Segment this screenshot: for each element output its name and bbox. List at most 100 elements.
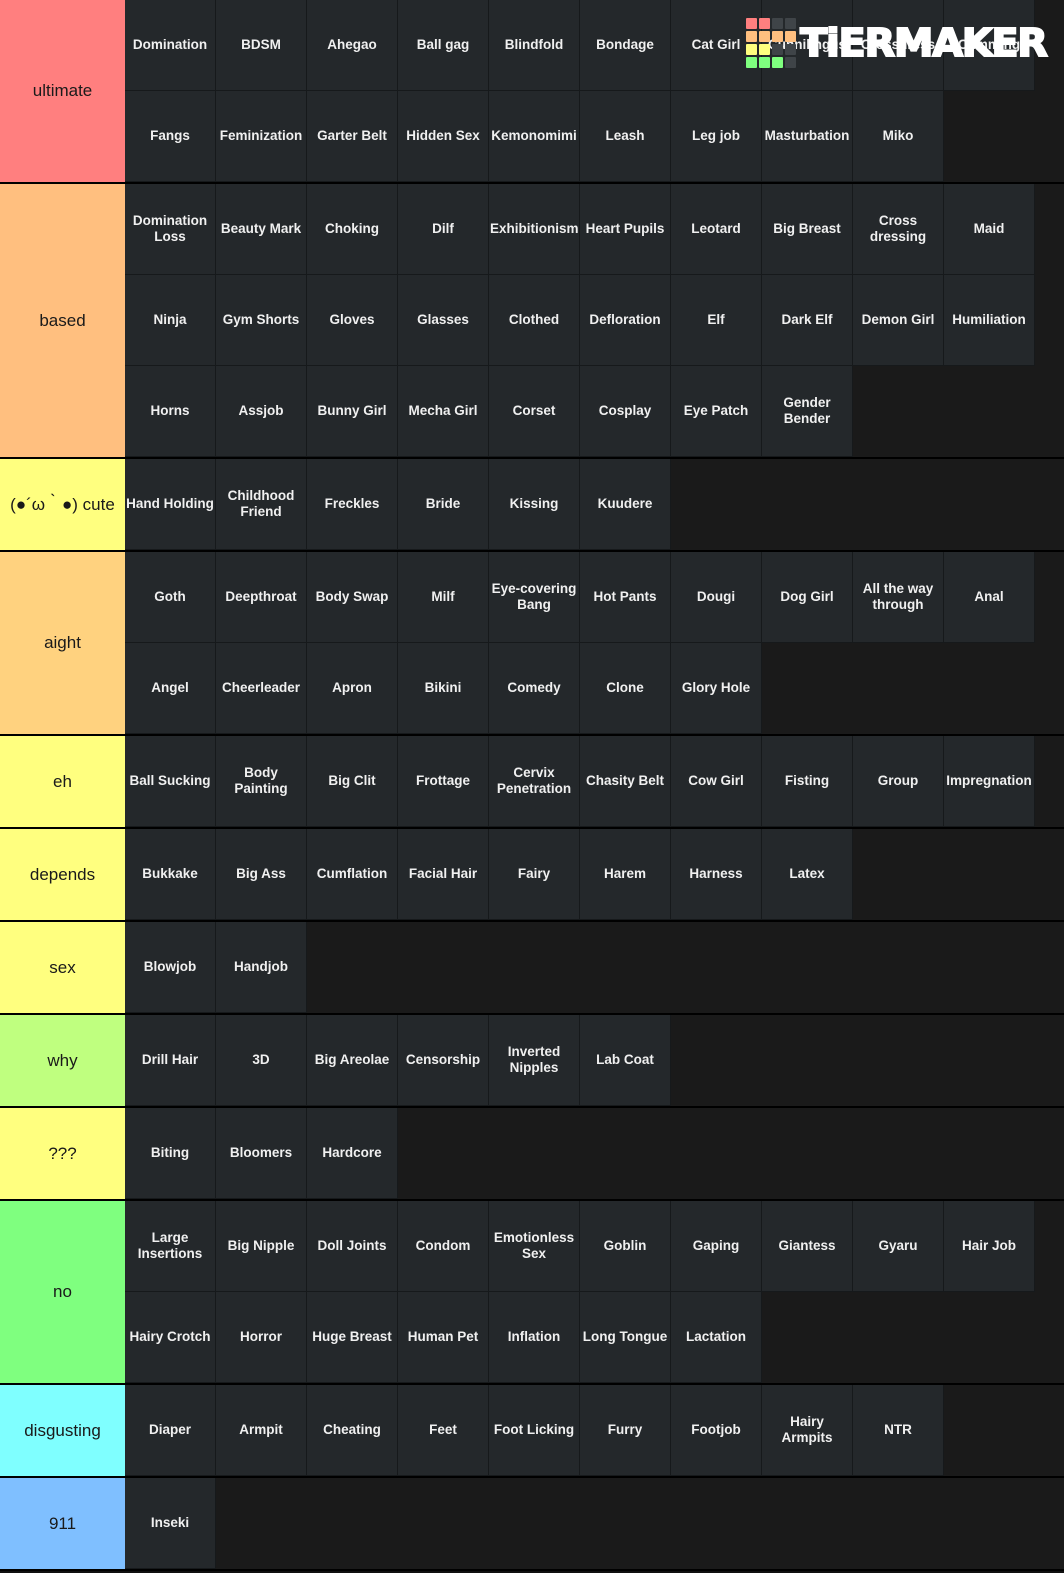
tier-item[interactable]: Biting bbox=[125, 1108, 216, 1199]
tier-item[interactable]: Big Breast bbox=[762, 184, 853, 275]
tier-item[interactable]: Inflation bbox=[489, 1292, 580, 1383]
tier-item[interactable]: Handjob bbox=[216, 922, 307, 1013]
tier-item[interactable]: Gaping bbox=[671, 1201, 762, 1292]
tier-item[interactable]: Dilf bbox=[398, 184, 489, 275]
tier-item[interactable]: Choking bbox=[307, 184, 398, 275]
tier-item[interactable]: Humiliation bbox=[944, 275, 1035, 366]
tier-label[interactable]: ultimate bbox=[0, 0, 125, 182]
tier-label[interactable]: disgusting bbox=[0, 1385, 125, 1476]
tier-item[interactable]: Corset bbox=[489, 366, 580, 457]
tier-item[interactable]: Huge Breast bbox=[307, 1292, 398, 1383]
tier-item[interactable]: Blindfold bbox=[489, 0, 580, 91]
tier-item[interactable]: Miko bbox=[853, 91, 944, 182]
tier-item[interactable]: Big Ass bbox=[216, 829, 307, 920]
tier-item[interactable]: Horns bbox=[125, 366, 216, 457]
tier-item[interactable]: Cunnilingus bbox=[762, 0, 853, 91]
tier-item[interactable]: Deepthroat bbox=[216, 552, 307, 643]
tier-item[interactable]: Hardcore bbox=[307, 1108, 398, 1199]
tier-item[interactable]: Facial Hair bbox=[398, 829, 489, 920]
tier-label[interactable]: aight bbox=[0, 552, 125, 734]
tier-item[interactable]: Diaper bbox=[125, 1385, 216, 1476]
tier-item[interactable]: Ahegao bbox=[307, 0, 398, 91]
tier-label[interactable]: why bbox=[0, 1015, 125, 1106]
tier-item[interactable]: Assjob bbox=[216, 366, 307, 457]
tier-item[interactable]: Bloomers bbox=[216, 1108, 307, 1199]
tier-item[interactable]: Cross dressing bbox=[853, 184, 944, 275]
tier-item[interactable]: Anal bbox=[944, 552, 1035, 643]
tier-item[interactable]: Childhood Friend bbox=[216, 459, 307, 550]
tier-item[interactable]: Glasses bbox=[398, 275, 489, 366]
tier-item[interactable]: Frottage bbox=[398, 736, 489, 827]
tier-item[interactable]: Harem bbox=[580, 829, 671, 920]
tier-label[interactable]: (●´ω｀●) cute bbox=[0, 459, 125, 550]
tier-item[interactable]: Emotionless Sex bbox=[489, 1201, 580, 1292]
tier-label[interactable]: eh bbox=[0, 736, 125, 827]
tier-item[interactable]: Goblin bbox=[580, 1201, 671, 1292]
tier-item[interactable]: Ball Sucking bbox=[125, 736, 216, 827]
tier-item[interactable]: Domination bbox=[125, 0, 216, 91]
tier-item[interactable]: Leg job bbox=[671, 91, 762, 182]
tier-item[interactable]: BDSM bbox=[216, 0, 307, 91]
tier-item[interactable]: Censorship bbox=[398, 1015, 489, 1106]
tier-item[interactable]: Gender Bender bbox=[762, 366, 853, 457]
tier-item[interactable]: Masturbation bbox=[762, 91, 853, 182]
tier-label[interactable]: no bbox=[0, 1201, 125, 1383]
tier-item[interactable]: Fisting bbox=[762, 736, 853, 827]
tier-item[interactable]: Elf bbox=[671, 275, 762, 366]
tier-item[interactable]: Bondage bbox=[580, 0, 671, 91]
tier-item[interactable]: Feet bbox=[398, 1385, 489, 1476]
tier-item[interactable]: Cat Girl bbox=[671, 0, 762, 91]
tier-item[interactable]: Clothed bbox=[489, 275, 580, 366]
tier-item[interactable]: Maid bbox=[944, 184, 1035, 275]
tier-item[interactable]: Lactation bbox=[671, 1292, 762, 1383]
tier-item[interactable]: Hair Job bbox=[944, 1201, 1035, 1292]
tier-item[interactable]: Hot Pants bbox=[580, 552, 671, 643]
tier-item[interactable]: Footjob bbox=[671, 1385, 762, 1476]
tier-item[interactable]: Dark Elf bbox=[762, 275, 853, 366]
tier-item[interactable]: Long Tongue bbox=[580, 1292, 671, 1383]
tier-item[interactable]: Big Areolae bbox=[307, 1015, 398, 1106]
tier-item[interactable]: Hand Holding bbox=[125, 459, 216, 550]
tier-item[interactable]: Domination Loss bbox=[125, 184, 216, 275]
tier-item[interactable]: Crossdress bbox=[853, 0, 944, 91]
tier-item[interactable]: Blowjob bbox=[125, 922, 216, 1013]
tier-label[interactable]: ??? bbox=[0, 1108, 125, 1199]
tier-item[interactable]: Cheerleader bbox=[216, 643, 307, 734]
tier-item[interactable]: Latex bbox=[762, 829, 853, 920]
tier-item[interactable]: Chasity Belt bbox=[580, 736, 671, 827]
tier-item[interactable]: Large Insertions bbox=[125, 1201, 216, 1292]
tier-item[interactable]: Bukkake bbox=[125, 829, 216, 920]
tier-item[interactable]: Kuudere bbox=[580, 459, 671, 550]
tier-item[interactable]: Heart Pupils bbox=[580, 184, 671, 275]
tier-item[interactable]: Clone bbox=[580, 643, 671, 734]
tier-item[interactable]: Comedy bbox=[489, 643, 580, 734]
tier-item[interactable]: Armpit bbox=[216, 1385, 307, 1476]
tier-item[interactable]: Impregnation bbox=[944, 736, 1035, 827]
tier-item[interactable]: Group bbox=[853, 736, 944, 827]
tier-item[interactable]: Doll Joints bbox=[307, 1201, 398, 1292]
tier-item[interactable]: Cheating bbox=[307, 1385, 398, 1476]
tier-item[interactable]: NTR bbox=[853, 1385, 944, 1476]
tier-item[interactable]: Cosplay bbox=[580, 366, 671, 457]
tier-item[interactable]: Gyaru bbox=[853, 1201, 944, 1292]
tier-item[interactable]: Bride bbox=[398, 459, 489, 550]
tier-item[interactable]: Ninja bbox=[125, 275, 216, 366]
tier-item[interactable]: Big Nipple bbox=[216, 1201, 307, 1292]
tier-item[interactable]: Angel bbox=[125, 643, 216, 734]
tier-item[interactable]: Inverted Nipples bbox=[489, 1015, 580, 1106]
tier-item[interactable]: Cow Girl bbox=[671, 736, 762, 827]
tier-item[interactable]: Cumflation bbox=[307, 829, 398, 920]
tier-item[interactable]: Freckles bbox=[307, 459, 398, 550]
tier-item[interactable]: Eye Patch bbox=[671, 366, 762, 457]
tier-item[interactable]: Giantess bbox=[762, 1201, 853, 1292]
tier-item[interactable]: Bunny Girl bbox=[307, 366, 398, 457]
tier-item[interactable]: 3D bbox=[216, 1015, 307, 1106]
tier-item[interactable]: Cervix Penetration bbox=[489, 736, 580, 827]
tier-item[interactable]: Dog Girl bbox=[762, 552, 853, 643]
tier-item[interactable]: Condom bbox=[398, 1201, 489, 1292]
tier-item[interactable]: Dougi bbox=[671, 552, 762, 643]
tier-item[interactable]: Kissing bbox=[489, 459, 580, 550]
tier-item[interactable]: Body Painting bbox=[216, 736, 307, 827]
tier-item[interactable]: All the way through bbox=[853, 552, 944, 643]
tier-item[interactable]: Big Clit bbox=[307, 736, 398, 827]
